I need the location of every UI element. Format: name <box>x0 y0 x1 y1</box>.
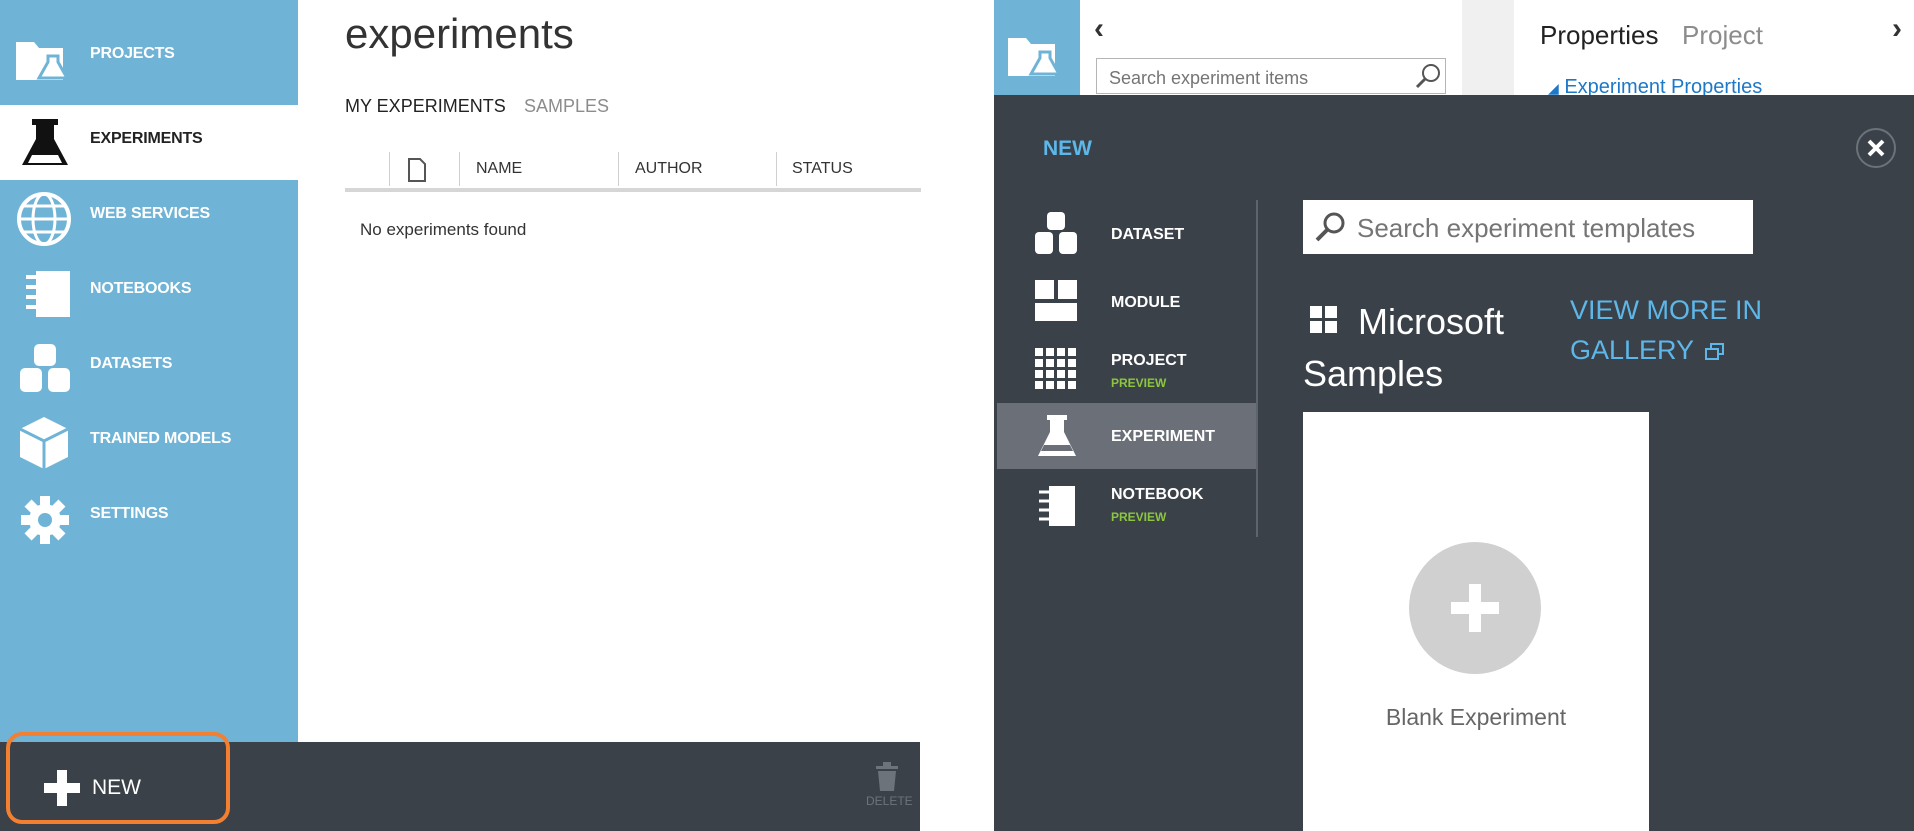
add-circle <box>1409 542 1541 674</box>
new-item-experiment[interactable]: EXPERIMENT <box>997 403 1256 469</box>
expand-chevron-right-icon[interactable]: › <box>1892 12 1902 46</box>
column-header-name[interactable]: NAME <box>476 160 522 178</box>
column-divider <box>459 152 460 186</box>
search-icon <box>1315 212 1345 242</box>
new-item-label: MODULE <box>1111 294 1181 311</box>
plus-icon <box>1451 584 1499 632</box>
document-icon <box>408 158 426 182</box>
flask-icon <box>1038 415 1076 456</box>
template-search-input[interactable] <box>1355 212 1739 245</box>
module-icon <box>1035 280 1077 321</box>
microsoft-logo-icon <box>1310 306 1337 333</box>
sidebar-item-label: NOTEBOOKS <box>90 280 192 297</box>
globe-icon <box>17 192 71 246</box>
new-item-label: DATASET <box>1111 226 1185 243</box>
column-header-author[interactable]: AUTHOR <box>635 160 703 178</box>
sidebar-item-label: WEB SERVICES <box>90 205 210 222</box>
experiments-table-header: NAME AUTHOR STATUS <box>345 150 921 192</box>
close-icon <box>1867 139 1885 157</box>
projects-icon <box>16 42 70 80</box>
blank-experiment-card[interactable]: Blank Experiment <box>1303 412 1649 831</box>
preview-badge: PREVIEW <box>1111 510 1167 524</box>
preview-badge: PREVIEW <box>1111 376 1167 390</box>
sidebar-item-trained-models[interactable]: TRAINED MODELS <box>0 405 298 480</box>
new-item-label: NOTEBOOK <box>1111 486 1204 503</box>
dialog-title: NEW <box>1043 137 1092 160</box>
tab-project[interactable]: Project <box>1682 20 1763 51</box>
cube-icon <box>19 417 69 469</box>
notebook-icon <box>26 271 70 317</box>
blank-experiment-label: Blank Experiment <box>1385 704 1567 730</box>
new-item-notebook[interactable]: NOTEBOOK PREVIEW <box>997 472 1256 538</box>
new-item-module[interactable]: MODULE <box>997 268 1256 334</box>
editor-sidebar-strip <box>994 0 1080 95</box>
collapse-chevron-left-icon[interactable]: ‹ <box>1094 12 1104 46</box>
editor-divider-column <box>1462 0 1514 95</box>
sidebar-item-label: TRAINED MODELS <box>90 430 232 447</box>
template-search[interactable] <box>1303 200 1753 254</box>
flask-icon <box>22 119 68 165</box>
view-more-gallery-link[interactable]: VIEW MORE IN GALLERY <box>1570 290 1790 370</box>
sidebar-item-experiments[interactable]: EXPERIMENTS <box>0 105 298 180</box>
column-divider <box>389 152 390 186</box>
left-sidebar: PROJECTS EXPERIMENTS WEB SERVICES NOTEBO… <box>0 0 298 742</box>
close-button[interactable] <box>1856 128 1896 168</box>
microsoft-samples-title: Microsoft Samples <box>1303 301 1505 394</box>
dialog-divider <box>1256 200 1258 537</box>
page-title: experiments <box>345 10 574 57</box>
column-divider <box>618 152 619 186</box>
new-item-label: EXPERIMENT <box>1111 428 1216 445</box>
sidebar-item-projects[interactable]: PROJECTS <box>0 20 298 95</box>
projects-icon <box>1008 38 1062 76</box>
empty-message: No experiments found <box>360 220 527 239</box>
delete-button[interactable]: DELETE <box>858 758 916 808</box>
search-icon[interactable] <box>1413 61 1443 91</box>
sidebar-item-datasets[interactable]: DATASETS <box>0 330 298 405</box>
tab-properties[interactable]: Properties <box>1540 20 1659 51</box>
notebook-icon <box>1039 486 1075 526</box>
column-divider <box>776 152 777 186</box>
sidebar-item-web-services[interactable]: WEB SERVICES <box>0 180 298 255</box>
collapse-triangle-icon: ◢ <box>1548 80 1559 96</box>
sidebar-item-label: DATASETS <box>90 355 173 372</box>
new-item-project[interactable]: PROJECT PREVIEW <box>997 336 1256 402</box>
experiment-items-search[interactable] <box>1096 58 1446 94</box>
new-item-dataset[interactable]: DATASET <box>997 200 1256 266</box>
project-grid-icon <box>1035 348 1076 389</box>
sidebar-item-label: SETTINGS <box>90 505 169 522</box>
tab-samples[interactable]: SAMPLES <box>524 96 609 117</box>
sidebar-item-notebooks[interactable]: NOTEBOOKS <box>0 255 298 330</box>
sidebar-item-label: PROJECTS <box>90 45 175 62</box>
gear-icon <box>21 496 69 544</box>
datasets-icon <box>20 344 70 392</box>
delete-button-label: DELETE <box>866 794 913 808</box>
sidebar-item-label: EXPERIMENTS <box>90 130 203 147</box>
external-link-icon <box>1705 342 1725 360</box>
new-button-highlight <box>6 732 230 824</box>
gallery-link-label: VIEW MORE IN GALLERY <box>1570 295 1763 365</box>
new-item-label: PROJECT <box>1111 352 1187 369</box>
column-header-status[interactable]: STATUS <box>792 160 853 178</box>
sidebar-item-settings[interactable]: SETTINGS <box>0 480 298 555</box>
dataset-icon <box>1035 212 1077 254</box>
trash-icon <box>876 762 898 791</box>
experiment-items-search-input[interactable] <box>1107 67 1401 90</box>
tab-my-experiments[interactable]: MY EXPERIMENTS <box>345 96 506 117</box>
